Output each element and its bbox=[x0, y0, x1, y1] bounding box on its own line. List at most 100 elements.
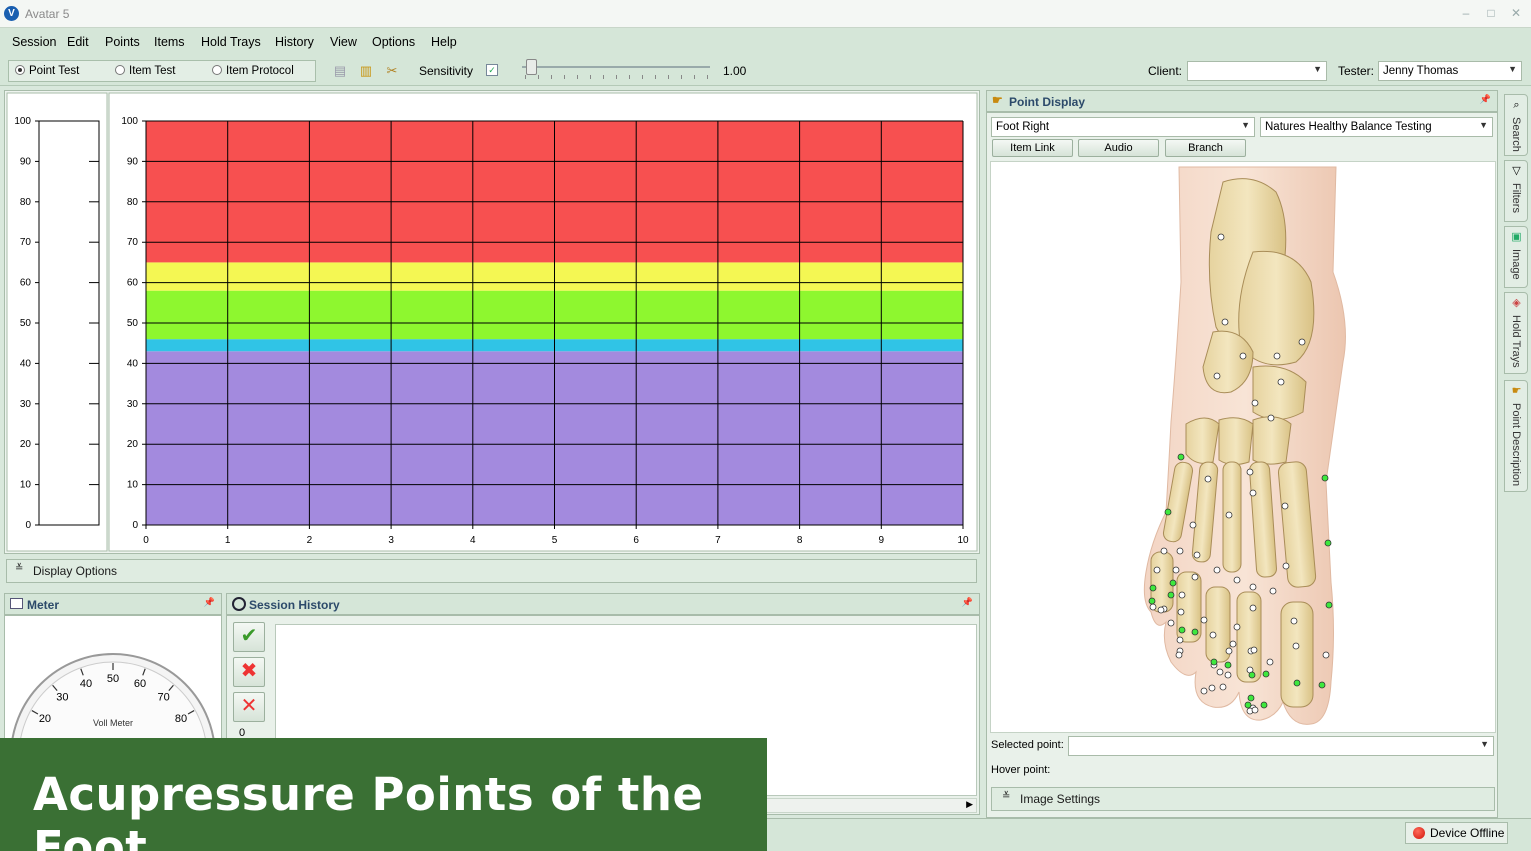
acupressure-point-active[interactable] bbox=[1262, 670, 1270, 678]
maximize-button[interactable]: □ bbox=[1480, 4, 1502, 22]
acupressure-point[interactable] bbox=[1266, 658, 1274, 666]
acupressure-point-active[interactable] bbox=[1325, 601, 1333, 609]
side-tab-hold-trays[interactable]: ◈ Hold Trays bbox=[1504, 292, 1528, 374]
acupressure-point[interactable] bbox=[1251, 399, 1259, 407]
acupressure-point[interactable] bbox=[1217, 233, 1225, 241]
accept-check-icon[interactable]: ✔ bbox=[233, 622, 265, 652]
acupressure-point[interactable] bbox=[1249, 604, 1257, 612]
acupressure-point[interactable] bbox=[1251, 706, 1259, 714]
side-tab-image[interactable]: ▣ Image bbox=[1504, 226, 1528, 288]
acupressure-point[interactable] bbox=[1281, 502, 1289, 510]
acupressure-point[interactable] bbox=[1246, 468, 1254, 476]
acupressure-point-active[interactable] bbox=[1177, 453, 1185, 461]
pin-icon[interactable]: 📌 bbox=[1480, 94, 1491, 105]
acupressure-point[interactable] bbox=[1193, 551, 1201, 559]
sensitivity-slider-track[interactable] bbox=[522, 66, 710, 68]
audio-button[interactable]: Audio bbox=[1078, 139, 1159, 157]
acupressure-point[interactable] bbox=[1224, 671, 1232, 679]
acupressure-point[interactable] bbox=[1250, 646, 1258, 654]
acupressure-point[interactable] bbox=[1213, 372, 1221, 380]
acupressure-point-active[interactable] bbox=[1244, 701, 1252, 709]
acupressure-point[interactable] bbox=[1277, 378, 1285, 386]
menu-session[interactable]: Session bbox=[12, 35, 56, 49]
acupressure-point-active[interactable] bbox=[1169, 579, 1177, 587]
acupressure-point[interactable] bbox=[1176, 636, 1184, 644]
sensitivity-slider-thumb[interactable] bbox=[526, 59, 538, 75]
acupressure-point[interactable] bbox=[1200, 616, 1208, 624]
acupressure-point-active[interactable] bbox=[1191, 628, 1199, 636]
foot-skeleton-image[interactable] bbox=[991, 162, 1495, 732]
branch-button[interactable]: Branch bbox=[1165, 139, 1246, 157]
acupressure-point-active[interactable] bbox=[1248, 671, 1256, 679]
acupressure-point[interactable] bbox=[1249, 489, 1257, 497]
acupressure-point-active[interactable] bbox=[1321, 474, 1329, 482]
acupressure-point-active[interactable] bbox=[1293, 679, 1301, 687]
item-link-button[interactable]: Item Link bbox=[992, 139, 1073, 157]
side-tab-search[interactable]: ⌕ Search bbox=[1504, 94, 1528, 156]
copy-icon[interactable]: ▤ bbox=[332, 63, 348, 79]
acupressure-point-active[interactable] bbox=[1164, 508, 1172, 516]
acupressure-point[interactable] bbox=[1292, 642, 1300, 650]
acupressure-point[interactable] bbox=[1153, 566, 1161, 574]
acupressure-point[interactable] bbox=[1249, 583, 1257, 591]
acupressure-point[interactable] bbox=[1225, 511, 1233, 519]
device-status[interactable]: Device Offline bbox=[1405, 822, 1508, 844]
acupressure-point[interactable] bbox=[1189, 521, 1197, 529]
acupressure-point[interactable] bbox=[1229, 640, 1237, 648]
display-options-bar[interactable]: ≚ Display Options bbox=[6, 559, 977, 583]
tools-icon[interactable]: ✂ bbox=[384, 63, 400, 79]
acupressure-point[interactable] bbox=[1233, 576, 1241, 584]
acupressure-point[interactable] bbox=[1298, 338, 1306, 346]
client-select[interactable]: ▼ bbox=[1187, 61, 1327, 81]
acupressure-point[interactable] bbox=[1177, 608, 1185, 616]
acupressure-point[interactable] bbox=[1209, 631, 1217, 639]
side-tab-point-description[interactable]: ☛ Point Description bbox=[1504, 380, 1528, 492]
acupressure-point[interactable] bbox=[1216, 668, 1224, 676]
acupressure-point-active[interactable] bbox=[1318, 681, 1326, 689]
menu-help[interactable]: Help bbox=[431, 35, 457, 49]
reject-icon[interactable]: ✕ bbox=[233, 692, 265, 722]
acupressure-point-active[interactable] bbox=[1260, 701, 1268, 709]
item-protocol-radio[interactable]: Item Protocol bbox=[212, 65, 294, 77]
menu-edit[interactable]: Edit bbox=[67, 35, 89, 49]
acupressure-point[interactable] bbox=[1178, 591, 1186, 599]
acupressure-point[interactable] bbox=[1200, 687, 1208, 695]
acupressure-point[interactable] bbox=[1204, 475, 1212, 483]
acupressure-point-active[interactable] bbox=[1210, 658, 1218, 666]
acupressure-point-active[interactable] bbox=[1178, 626, 1186, 634]
pin-icon[interactable]: 📌 bbox=[204, 597, 215, 608]
body-part-select[interactable]: Foot Right ▼ bbox=[991, 117, 1255, 137]
reject-all-icon[interactable]: ✖ bbox=[233, 657, 265, 687]
acupressure-point[interactable] bbox=[1225, 647, 1233, 655]
acupressure-point[interactable] bbox=[1175, 651, 1183, 659]
side-tab-filters[interactable]: ▽ Filters bbox=[1504, 160, 1528, 222]
acupressure-point[interactable] bbox=[1172, 566, 1180, 574]
acupressure-point-active[interactable] bbox=[1167, 591, 1175, 599]
menu-points[interactable]: Points bbox=[105, 35, 140, 49]
acupressure-point[interactable] bbox=[1273, 352, 1281, 360]
acupressure-point[interactable] bbox=[1221, 318, 1229, 326]
acupressure-point[interactable] bbox=[1219, 683, 1227, 691]
image-settings-bar[interactable]: ≚ Image Settings bbox=[991, 787, 1495, 811]
acupressure-point-active[interactable] bbox=[1324, 539, 1332, 547]
sensitivity-checkbox[interactable]: ✓ bbox=[486, 64, 498, 76]
acupressure-point[interactable] bbox=[1157, 606, 1165, 614]
acupressure-point[interactable] bbox=[1149, 603, 1157, 611]
acupressure-point-active[interactable] bbox=[1247, 694, 1255, 702]
minimize-button[interactable]: – bbox=[1455, 4, 1477, 22]
acupressure-point-active[interactable] bbox=[1148, 597, 1156, 605]
foot-image-area[interactable] bbox=[990, 161, 1496, 733]
acupressure-point[interactable] bbox=[1322, 651, 1330, 659]
acupressure-point[interactable] bbox=[1191, 573, 1199, 581]
close-button[interactable]: ✕ bbox=[1505, 4, 1527, 22]
acupressure-point[interactable] bbox=[1213, 566, 1221, 574]
menu-options[interactable]: Options bbox=[372, 35, 415, 49]
acupressure-point-active[interactable] bbox=[1224, 661, 1232, 669]
selected-point-select[interactable]: ▼ bbox=[1068, 736, 1494, 756]
acupressure-point[interactable] bbox=[1167, 619, 1175, 627]
item-test-radio[interactable]: Item Test bbox=[115, 65, 175, 77]
tray-bars-icon[interactable]: ▥ bbox=[358, 63, 374, 79]
point-test-radio[interactable]: Point Test bbox=[15, 65, 79, 77]
acupressure-point[interactable] bbox=[1239, 352, 1247, 360]
acupressure-point[interactable] bbox=[1267, 414, 1275, 422]
